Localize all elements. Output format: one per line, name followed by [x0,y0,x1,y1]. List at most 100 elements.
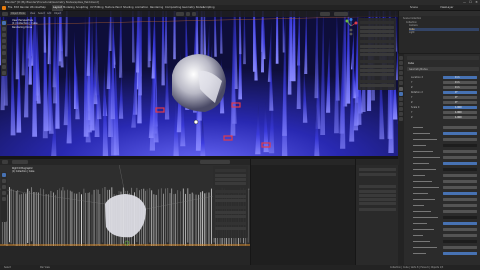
property-label-placeholder [413,247,437,248]
property-field[interactable]: 1.000 [443,111,477,114]
viewport-3d-top[interactable] [0,11,398,156]
vp-menu-select[interactable]: Select [38,12,45,15]
vp-menu-add[interactable]: Add [47,12,51,15]
property-field[interactable] [443,156,477,159]
property-label: Y [411,111,413,114]
mode-selector-bottom[interactable] [12,160,28,164]
scene-tab-icon[interactable] [399,76,403,80]
data-tab-icon[interactable] [399,112,403,116]
property-field[interactable]: 0 m [443,76,477,79]
view-layer-tab-icon[interactable] [399,71,403,75]
property-label-placeholder [413,211,431,212]
property-field[interactable] [443,222,477,225]
property-field[interactable] [443,210,477,213]
constraints-tab-icon[interactable] [399,107,403,111]
select-box-tool-icon[interactable] [2,21,6,25]
spike-bar [171,188,173,247]
add-cube-tool-icon[interactable] [2,71,6,75]
property-field[interactable]: 0 m [443,81,477,84]
property-field[interactable] [443,228,477,231]
bottom-scale-tool-icon[interactable] [2,197,6,201]
property-field[interactable] [443,162,477,165]
property-label: Z [411,86,413,89]
property-field[interactable] [443,198,477,201]
material-tab-icon[interactable] [399,117,403,121]
property-field[interactable] [443,204,477,207]
object-tab-icon[interactable] [399,87,403,91]
property-field[interactable] [443,216,477,219]
property-field[interactable] [443,186,477,189]
scale-tool-icon[interactable] [2,45,6,49]
minimize-button[interactable]: — [462,1,467,4]
property-field[interactable]: 0° [443,101,477,104]
particles-tab-icon[interactable] [399,97,403,101]
property-field[interactable]: 0° [443,96,477,99]
property-label-placeholder [413,253,426,254]
outliner-panel[interactable]: Scene Collection Collection Camera Cube … [398,11,480,53]
bottom-cursor-tool-icon[interactable] [2,179,6,183]
property-field[interactable] [443,168,477,171]
output-tab-icon[interactable] [399,66,403,70]
property-field[interactable] [443,126,477,129]
viewport-sidebar[interactable] [358,18,396,90]
editor-type-icon[interactable] [2,12,8,16]
property-field[interactable]: 1.000 [443,116,477,119]
property-field[interactable] [443,138,477,141]
property-field[interactable] [443,234,477,237]
overlays-toggle[interactable] [320,12,330,16]
bottom-viewport-sidebar[interactable] [213,166,248,238]
vp-menu-object[interactable]: Object [54,12,61,15]
mode-selector[interactable]: Object Mode [10,12,26,15]
property-label-placeholder [413,169,436,170]
tool-tab-icon[interactable] [399,56,403,60]
properties-search-input[interactable] [407,56,479,60]
cursor-tool-icon[interactable] [2,27,6,31]
world-tab-icon[interactable] [399,81,403,85]
property-field[interactable] [443,150,477,153]
property-field[interactable]: 1.000 [443,106,477,109]
snap-icon[interactable] [186,12,190,16]
editor-type-icon-bottom[interactable] [2,160,8,164]
transform-tool-icon[interactable] [2,51,6,55]
transform-orientation-selector[interactable] [176,12,184,16]
property-field[interactable] [443,132,477,135]
property-field[interactable] [443,180,477,183]
property-label-placeholder [413,229,434,230]
node-editor-sidebar[interactable] [355,159,399,270]
maximize-button[interactable]: ☐ [468,1,473,4]
property-field[interactable] [443,174,477,177]
property-field[interactable] [443,144,477,147]
outliner-item-light[interactable]: Light [409,31,414,34]
measure-tool-icon[interactable] [2,65,6,69]
blender-logo-icon[interactable] [2,6,6,10]
spike-bar [33,192,35,250]
outliner-item-cube[interactable]: Cube [409,27,479,31]
gizmo-z-axis-icon [349,18,353,21]
node-editor-empty[interactable] [250,159,356,270]
move-tool-icon[interactable] [2,33,6,37]
modifier-tab-icon[interactable] [399,92,403,96]
property-field[interactable]: 0 m [443,86,477,89]
property-field[interactable] [443,252,477,255]
physics-tab-icon[interactable] [399,102,403,106]
modifier-header[interactable]: GeometryNodes [407,67,479,71]
property-field[interactable]: 0° [443,91,477,94]
shading-mode-buttons[interactable] [334,12,348,16]
spike-bar [50,190,52,247]
property-field[interactable] [443,240,477,243]
rotate-tool-icon[interactable] [2,39,6,43]
close-button[interactable]: ✕ [474,1,479,4]
proportional-edit-icon[interactable] [192,12,196,16]
property-field[interactable] [443,192,477,195]
bottom-select-tool-icon[interactable] [2,173,6,177]
navigation-gizmo[interactable] [344,18,358,36]
bottom-rotate-tool-icon[interactable] [2,191,6,195]
vp-menu-view[interactable]: View [30,12,35,15]
annotate-tool-icon[interactable] [2,59,6,63]
property-field[interactable] [443,246,477,249]
properties-editor[interactable]: Cube GeometryNodes Location X 0 m Y 0 m Z 0 m… [398,54,480,270]
shading-buttons-bottom[interactable] [200,160,230,164]
render-tab-icon[interactable] [399,61,403,65]
spike-bar [57,190,58,248]
bottom-move-tool-icon[interactable] [2,185,6,189]
